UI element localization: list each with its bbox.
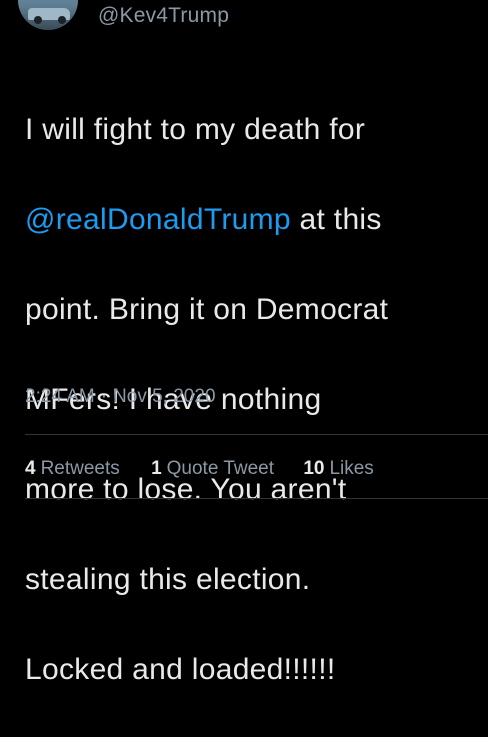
tweet-line: @realDonaldTrump at this	[25, 197, 475, 242]
quote-tweets-label: Quote Tweet	[166, 458, 275, 479]
tweet-text-segment: Locked and loaded!!!!!!	[25, 653, 336, 686]
tweet-line: point. Bring it on Democrat	[25, 287, 475, 332]
tweet-line: Locked and loaded!!!!!!	[25, 647, 475, 692]
tweet-text-segment: I will fight to my death for	[25, 113, 366, 146]
tweet-text-segment: stealing this election.	[25, 563, 311, 596]
retweets-stat[interactable]: 4 Retweets	[25, 458, 120, 480]
author-handle[interactable]: @Kev4Trump	[98, 4, 229, 28]
tweet-text-segment: at this	[290, 203, 382, 236]
divider	[25, 434, 488, 435]
timestamp-separator: ·	[100, 386, 108, 407]
tweet-timestamp[interactable]: 2:24 AM · Nov 5, 2020	[25, 386, 216, 408]
tweet-line: I will fight to my death for	[25, 107, 475, 152]
tweet-text-segment: point. Bring it on Democrat	[25, 293, 389, 326]
avatar[interactable]	[18, 0, 78, 30]
retweets-label: Retweets	[40, 458, 120, 479]
divider	[25, 498, 488, 499]
likes-label: Likes	[329, 458, 374, 479]
avatar-wheel-left	[34, 16, 42, 24]
likes-stat[interactable]: 10 Likes	[303, 458, 374, 480]
avatar-wheel-right	[58, 16, 66, 24]
tweet-date: Nov 5, 2020	[113, 386, 216, 407]
quote-tweets-stat[interactable]: 1 Quote Tweet	[151, 458, 274, 480]
tweet-time: 2:24 AM	[25, 386, 95, 407]
quote-tweets-count: 1	[151, 458, 162, 479]
engagement-stats: 4 Retweets 1 Quote Tweet 10 Likes	[25, 458, 374, 480]
likes-count: 10	[303, 458, 325, 479]
tweet-line: stealing this election.	[25, 557, 475, 602]
retweets-count: 4	[25, 458, 36, 479]
mention-link[interactable]: @realDonaldTrump	[25, 203, 291, 236]
